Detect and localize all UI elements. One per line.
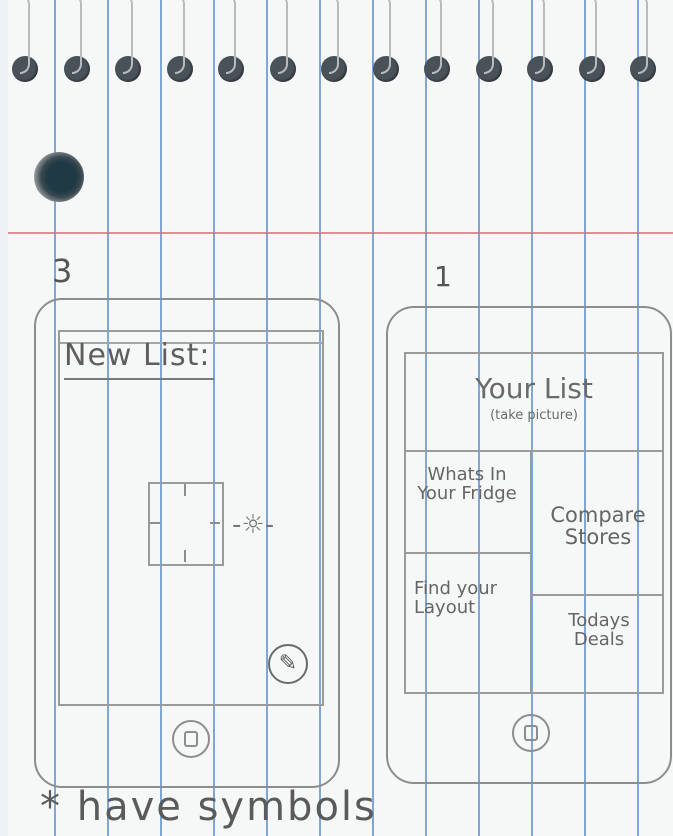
- spiral-binding: [0, 0, 673, 90]
- sparkle-icon: -☼-: [232, 510, 275, 540]
- spiral-coil: [638, 0, 648, 74]
- punch-hole: [34, 152, 84, 202]
- tile-compare-stores[interactable]: Compare Stores: [540, 504, 656, 548]
- spiral-coil: [535, 0, 545, 74]
- your-list-title[interactable]: Your List: [416, 372, 652, 405]
- take-picture-hint: (take picture): [490, 408, 578, 423]
- phone-sketch-home: Your List (take picture) Whats In Your F…: [386, 306, 672, 784]
- tile-find-layout[interactable]: Find your Layout: [414, 579, 504, 618]
- spiral-coil: [432, 0, 442, 74]
- home-button[interactable]: [172, 720, 210, 758]
- sketch-number-right: 1: [434, 260, 452, 293]
- tile-todays-deals[interactable]: Todays Deals: [554, 611, 644, 650]
- margin-line: [8, 232, 673, 234]
- sketch-number-left: 3: [52, 252, 73, 290]
- tile-whats-in-fridge[interactable]: Whats In Your Fridge: [412, 465, 522, 504]
- phone-screen: New List: -☼- ✎: [58, 330, 324, 706]
- spiral-coil: [586, 0, 597, 74]
- footnote: * have symbols: [40, 784, 377, 830]
- spiral-coil: [20, 0, 30, 74]
- spiral-coil: [174, 0, 185, 74]
- phone-screen: Your List (take picture) Whats In Your F…: [404, 352, 664, 694]
- spiral-coil: [483, 0, 494, 74]
- pencil-icon[interactable]: ✎: [268, 644, 308, 684]
- home-button[interactable]: [512, 714, 550, 752]
- spiral-coil: [226, 0, 236, 74]
- spiral-coil: [277, 0, 288, 74]
- crosshair-frame-icon[interactable]: [148, 482, 224, 566]
- spiral-coil: [380, 0, 391, 74]
- spiral-coil: [71, 0, 82, 74]
- phone-sketch-new-list: New List: -☼- ✎: [34, 298, 340, 788]
- title-underline: [64, 378, 214, 380]
- new-list-title: New List:: [64, 338, 211, 373]
- spiral-coil: [329, 0, 339, 74]
- spiral-coil: [123, 0, 133, 74]
